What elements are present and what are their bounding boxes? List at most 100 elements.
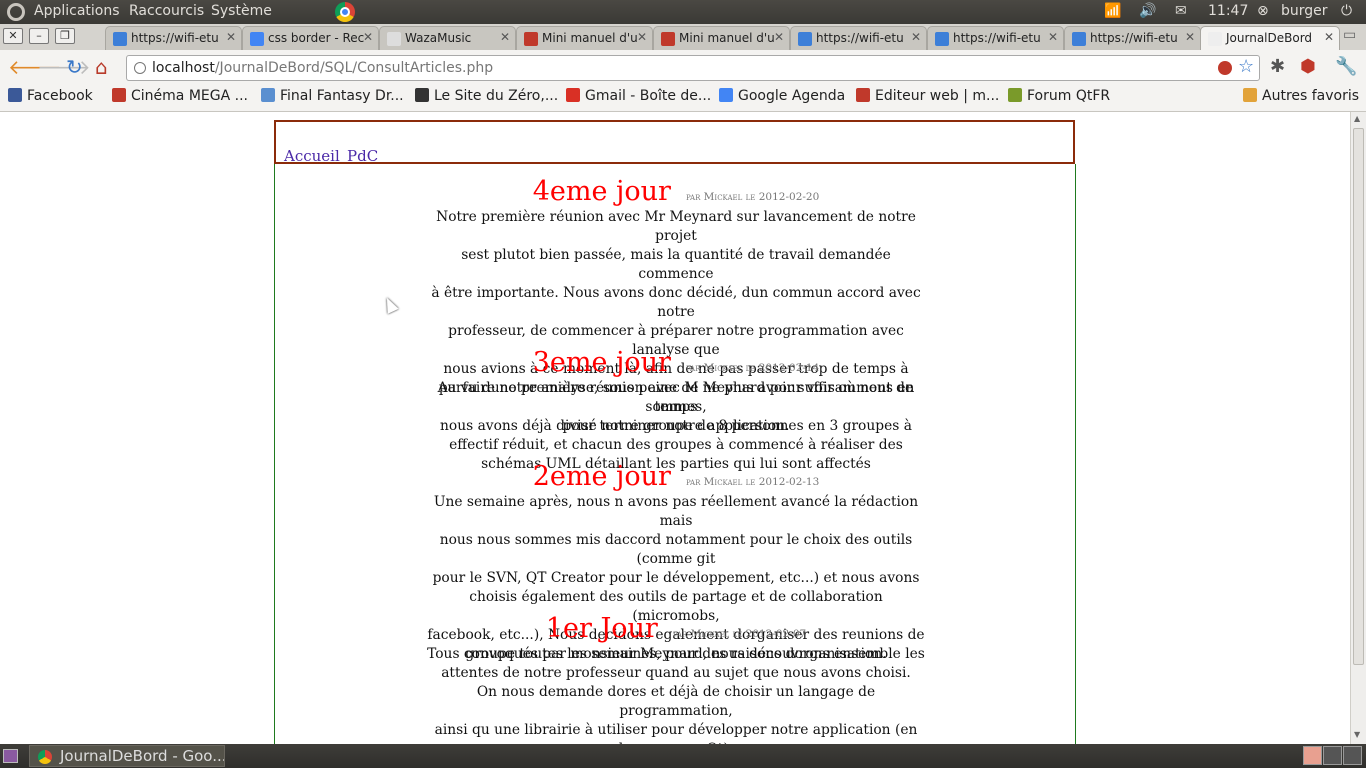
article-header: 3eme jour par Mickael le 2012-02-14 [275,347,1077,379]
tab-8[interactable]: https://wifi-etu ✕ [1064,26,1201,50]
article-text-line: Tous convoqués par monsieur Meynard, nou… [427,646,925,662]
new-tab-icon[interactable]: ▭ [1343,27,1356,43]
article-title: 1er Jour [545,613,658,644]
tab-title: WazaMusic [405,31,472,45]
clock[interactable]: 11:47 [1208,3,1248,19]
tab-close-icon[interactable]: ✕ [1324,30,1334,44]
bookmark-favicon-icon [8,88,22,102]
tab-close-icon[interactable]: ✕ [1185,30,1195,44]
tab-close-icon[interactable]: ✕ [1048,30,1058,44]
adblock-status-icon[interactable] [1218,61,1232,75]
tab-close-icon[interactable]: ✕ [774,30,784,44]
volume-icon[interactable]: 🔊 [1139,3,1156,19]
tab-close-icon[interactable]: ✕ [226,30,236,44]
tab-close-icon[interactable]: ✕ [911,30,921,44]
articles-container: 4eme jour par Mickael le 2012-02-20 Notre … [274,164,1076,744]
workspace-2[interactable] [1323,746,1342,765]
browser-toolbar: 🡐 🡒 ↻ ⌂ localhost/JournalDeBord/SQL/Cons… [0,50,1366,85]
chrome-launcher-icon[interactable] [335,2,355,22]
tab-7[interactable]: https://wifi-etu ✕ [927,26,1064,50]
tab-title: Mini manuel d'u [679,31,775,45]
address-host: localhost [152,60,215,76]
tab-favicon-icon [1072,32,1086,46]
tab-5[interactable]: Mini manuel d'u ✕ [653,26,790,50]
tab-1[interactable]: https://wifi-etu ✕ [105,26,242,50]
nav-link-accueil[interactable]: Accueil [284,147,340,165]
tab-strip: ✕ – ❐ https://wifi-etu ✕ css border - Rec ✕… [0,24,1366,50]
bookmarks-bar: Facebook Cinéma MEGA ... Final Fantasy Dr.… [0,85,1366,112]
article-header: 2eme jour par Mickael le 2012-02-13 [275,461,1077,493]
article-title: 3eme jour [532,347,671,378]
window-minimize-icon[interactable]: – [29,28,49,44]
bookmark-item[interactable]: Le Site du Zéro,... [415,88,558,104]
bookmark-item[interactable]: Final Fantasy Dr... [261,88,404,104]
tab-9[interactable]: JournalDeBord ✕ [1200,26,1340,50]
tab-2[interactable]: css border - Rec ✕ [242,26,379,50]
folder-icon [1243,88,1257,102]
taskbar-window-button[interactable]: JournalDeBord - Goo... [29,745,225,767]
article-meta: par Mickael le 2012-02-13 [685,476,820,488]
system-bottom-panel: JournalDeBord - Goo... [0,744,1366,768]
user-name[interactable]: burger [1281,3,1328,19]
article-meta: par Mickael le 2012-02-20 [685,191,820,203]
article-body: Au vu dune première réunion avec M Meyna… [426,379,926,474]
wrench-menu-icon[interactable]: 🔧 [1335,57,1357,77]
tab-title: https://wifi-etu [816,31,904,45]
page-viewport: Accueil PdC 4eme jour par Mickael le 2012… [0,112,1350,744]
address-bar[interactable]: localhost/JournalDeBord/SQL/ConsultArtic… [126,55,1260,81]
menu-applications[interactable]: Applications [34,3,120,19]
extension-bug-icon[interactable]: ✱ [1270,57,1285,77]
article-text-line: sest plutot bien passée, mais la quantit… [461,247,891,282]
menu-raccourcis[interactable]: Raccourcis [129,3,204,19]
tab-close-icon[interactable]: ✕ [637,30,647,44]
bookmark-item[interactable]: Gmail - Boîte de... [566,88,711,104]
article-meta: par Mickael le 2012-02-14 [685,362,820,374]
bookmark-item[interactable]: Cinéma MEGA ... [112,88,248,104]
article-header: 4eme jour par Mickael le 2012-02-20 [275,176,1077,208]
bookmark-label: Final Fantasy Dr... [280,88,404,104]
menu-systeme[interactable]: Système [211,3,272,19]
tab-close-icon[interactable]: ✕ [500,30,510,44]
bookmark-favicon-icon [719,88,733,102]
page-scrollbar[interactable]: ▲ ▼ [1350,112,1366,744]
window-close-icon[interactable]: ✕ [3,28,23,44]
page-info-icon[interactable] [134,62,146,74]
article-text-line: On nous demande dores et déjà de choisir… [476,684,876,719]
bookmark-item[interactable]: Facebook [8,88,93,104]
article-text-line: Une semaine après, nous n avons pas réel… [433,494,919,529]
scroll-down-icon[interactable]: ▼ [1354,730,1360,739]
bookmark-item[interactable]: Forum QtFR [1008,88,1110,104]
tab-4[interactable]: Mini manuel d'u ✕ [516,26,653,50]
article-text-line: pour le SVN, QT Creator pour le développ… [432,570,920,586]
scrollbar-thumb[interactable] [1353,128,1364,665]
wifi-icon[interactable]: 📶 [1104,3,1121,19]
show-desktop-icon[interactable] [3,749,18,763]
window-maximize-icon[interactable]: ❐ [55,28,75,44]
home-icon[interactable]: ⌂ [95,56,108,78]
article-text-line: effectif réduit, et chacun des groupes à… [449,437,903,453]
tab-6[interactable]: https://wifi-etu ✕ [790,26,927,50]
bookmark-other[interactable]: Autres favoris [1243,88,1359,104]
tab-title: Mini manuel d'u [542,31,638,45]
article: 1er Jour par Mickael le 2012-02-07 Tous co… [275,613,1077,744]
article-text-line: nous nous sommes mis daccord notamment p… [439,532,913,567]
bookmark-star-icon[interactable]: ☆ [1238,57,1254,77]
tab-close-icon[interactable]: ✕ [363,30,373,44]
ubuntu-logo-icon[interactable] [7,3,25,21]
scroll-up-icon[interactable]: ▲ [1354,114,1360,123]
reload-icon[interactable]: ↻ [66,56,83,78]
article-text-line: ainsi qu une librairie à utiliser pour d… [434,722,918,738]
mail-icon[interactable]: ✉ [1175,3,1187,19]
article-text-line: Au vu dune première réunion avec M Meyna… [437,380,915,415]
tab-3[interactable]: WazaMusic ✕ [379,26,516,50]
workspace-1[interactable] [1303,746,1322,765]
stop-extension-icon[interactable]: ⬢ [1300,57,1316,77]
power-icon[interactable]: ⏻ [1341,3,1352,19]
workspace-3[interactable] [1343,746,1362,765]
nav-link-pdc[interactable]: PdC [347,147,378,165]
tab-favicon-icon [1208,32,1222,46]
bookmark-item[interactable]: Google Agenda [719,88,845,104]
bookmark-favicon-icon [261,88,275,102]
bookmark-label: Forum QtFR [1027,88,1111,104]
bookmark-item[interactable]: Editeur web | m... [856,88,999,104]
